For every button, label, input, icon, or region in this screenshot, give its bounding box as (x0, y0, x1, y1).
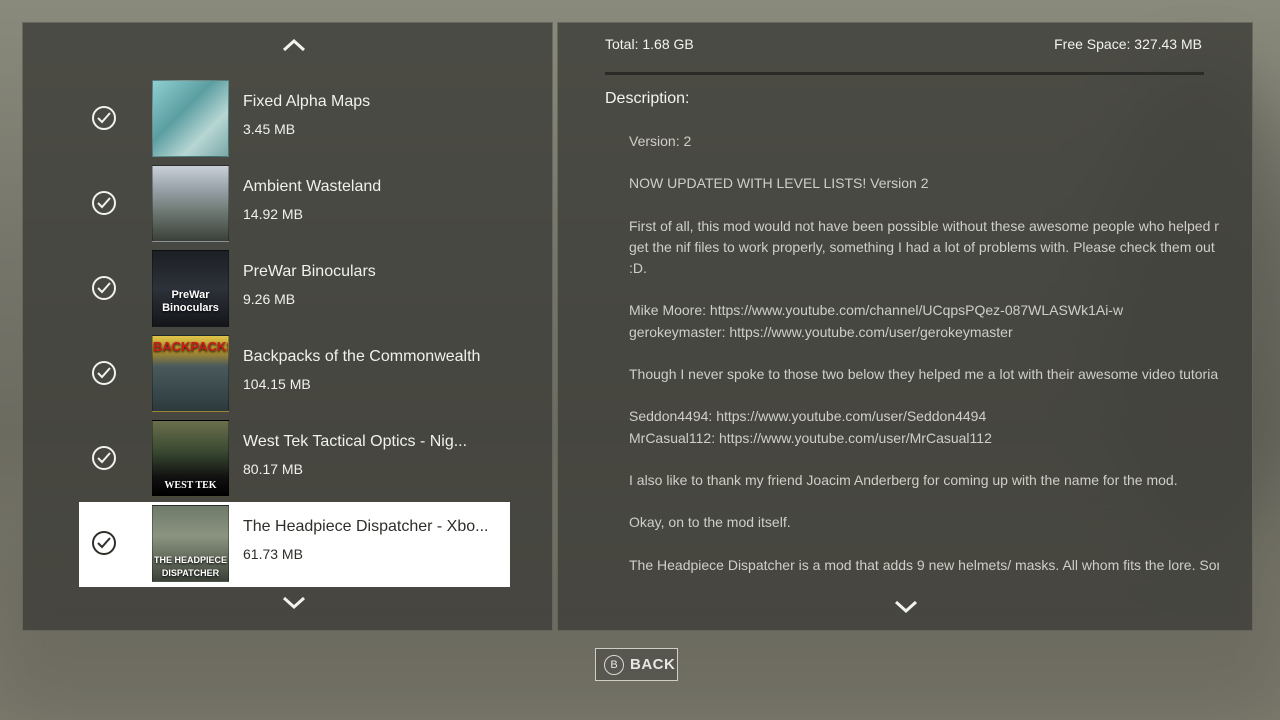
thumbnail-caption: PreWar Binoculars (162, 289, 219, 314)
description-line: MrCasual112: https://www.youtube.com/use… (629, 429, 992, 446)
checkmark-icon[interactable] (92, 276, 116, 300)
mod-size: 104.15 MB (243, 376, 311, 392)
mod-size: 61.73 MB (243, 546, 303, 562)
b-button-icon: B (604, 655, 624, 675)
description-line: Mike Moore: https://www.youtube.com/chan… (629, 302, 1124, 319)
description-line: :D. (629, 260, 647, 277)
thumbnail-caption: WEST TEK (164, 480, 217, 491)
description-text[interactable]: Version: 2 NOW UPDATED WITH LEVEL LISTS! … (629, 131, 1219, 579)
mod-list-item[interactable]: BACKPACKS Backpacks of the Commonwealth 10… (79, 332, 510, 417)
back-button[interactable]: B BACK (595, 648, 678, 681)
description-scroll-down-icon[interactable] (894, 600, 918, 614)
mod-list-item[interactable]: PreWar Binoculars PreWar Binoculars 9.26 M… (79, 247, 510, 332)
mod-list-item[interactable]: Ambient Wasteland 14.92 MB (79, 162, 510, 247)
description-line: Though I never spoke to those two below … (629, 366, 1219, 383)
mod-size: 3.45 MB (243, 121, 296, 137)
description-line: Okay, on to the mod itself. (629, 514, 791, 531)
night-vision-thumbnail: WEST TEK (152, 420, 229, 497)
description-line: I also like to thank my friend Joacim An… (629, 471, 1178, 488)
mod-size: 80.17 MB (243, 461, 303, 477)
scroll-up-arrow-icon[interactable] (282, 38, 306, 52)
description-line: Seddon4494: https://www.youtube.com/user… (629, 408, 987, 425)
binoculars-thumbnail: PreWar Binoculars (152, 250, 229, 327)
free-space: Free Space: 327.43 MB (1054, 36, 1202, 52)
total-size: Total: 1.68 GB (605, 36, 694, 52)
checkmark-icon[interactable] (92, 106, 116, 130)
mod-size: 9.26 MB (243, 291, 296, 307)
mod-list-item[interactable]: THE HEADPIECE DISPATCHER The Headpiece Di… (79, 502, 510, 587)
mod-name: Ambient Wasteland (243, 178, 382, 195)
checkmark-icon[interactable] (92, 446, 116, 470)
scroll-down-arrow-icon[interactable] (282, 596, 306, 610)
checkmark-icon[interactable] (92, 361, 116, 385)
mod-name: Fixed Alpha Maps (243, 93, 371, 110)
checkmark-icon[interactable] (92, 531, 116, 555)
thumbnail-caption: THE HEADPIECE DISPATCHER (153, 555, 227, 578)
description-line: Version: 2 (629, 133, 692, 149)
mod-list-item[interactable]: Fixed Alpha Maps 3.45 MB (79, 77, 510, 162)
back-label: BACK (630, 656, 676, 673)
mod-name: Backpacks of the Commonwealth (243, 348, 481, 365)
divider (605, 72, 1204, 75)
checkmark-icon[interactable] (92, 191, 116, 215)
mod-name: PreWar Binoculars (243, 263, 376, 280)
mod-size: 14.92 MB (243, 206, 303, 222)
description-line: The Headpiece Dispatcher is a mod that a… (629, 556, 1219, 573)
bottle-shelf-thumbnail (152, 80, 229, 157)
mod-name: West Tek Tactical Optics - Nig... (243, 433, 468, 450)
wasteland-landscape-thumbnail (152, 165, 229, 242)
mod-list-item[interactable]: WEST TEK West Tek Tactical Optics - Nig..… (79, 417, 510, 502)
description-line: gerokeymaster: https://www.youtube.com/u… (629, 323, 1013, 340)
mod-list: Fixed Alpha Maps 3.45 MB Ambient Wasteland… (79, 77, 510, 587)
description-heading: Description: (605, 90, 690, 107)
description-line: NOW UPDATED WITH LEVEL LISTS! Version 2 (629, 175, 929, 192)
headpiece-thumbnail: THE HEADPIECE DISPATCHER (152, 505, 229, 582)
description-line: get the nif files to work properly, some… (629, 238, 1215, 255)
thumbnail-caption: BACKPACKS (153, 339, 229, 354)
backpacks-thumbnail: BACKPACKS (152, 335, 229, 412)
mod-name: The Headpiece Dispatcher - Xbo... (243, 518, 489, 535)
description-line: First of all, this mod would not have be… (629, 217, 1219, 234)
